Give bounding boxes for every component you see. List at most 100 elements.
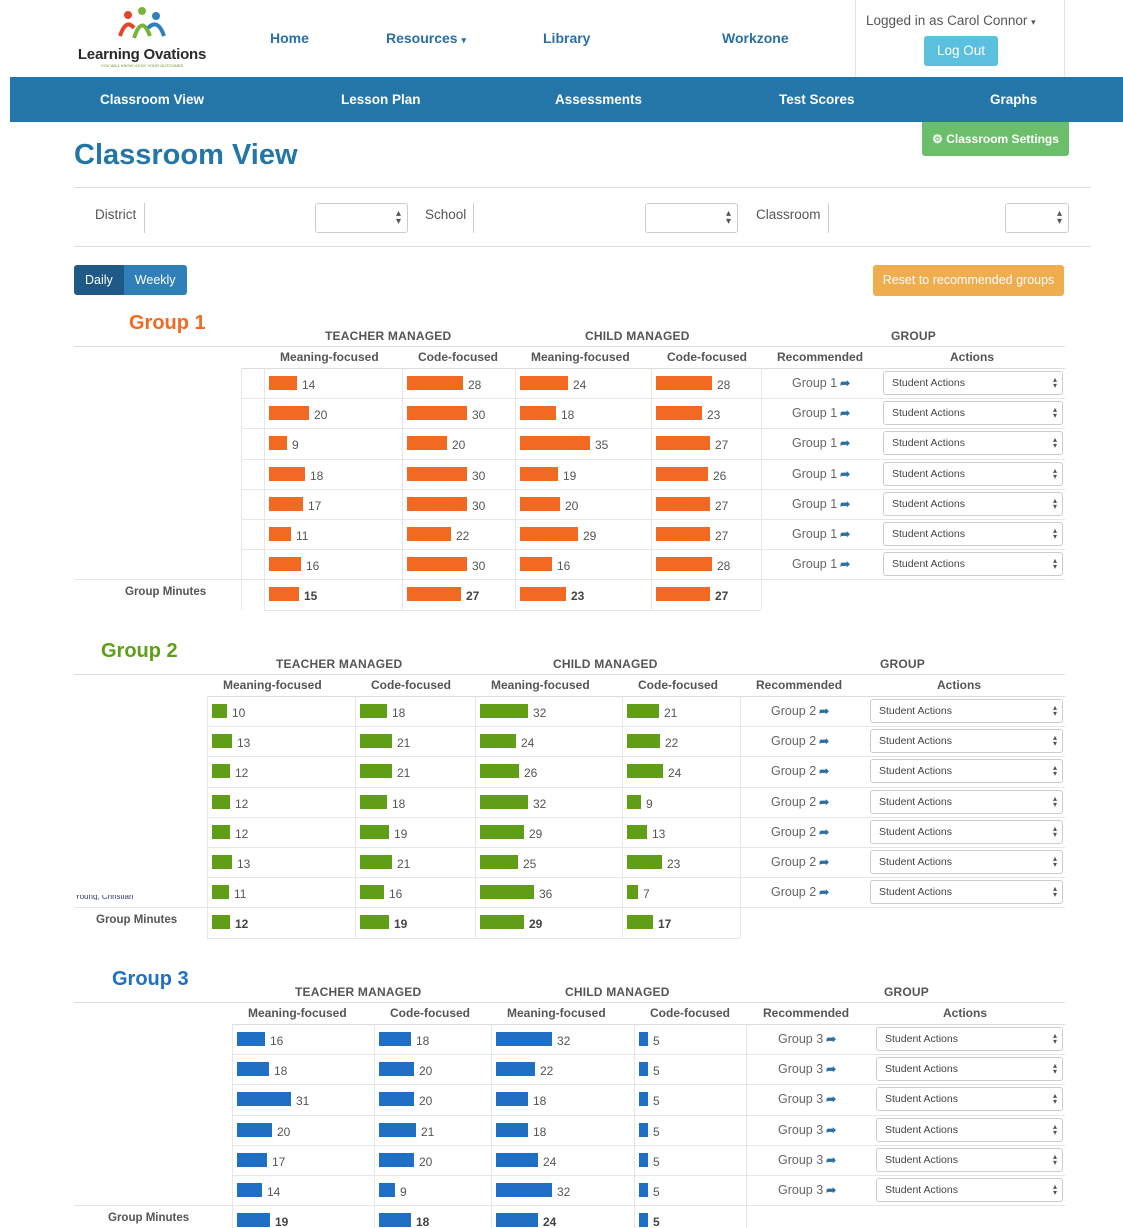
nav-home[interactable]: Home (270, 30, 309, 46)
classroom-select[interactable]: ▴ ▾ (1005, 203, 1069, 233)
recommended-group[interactable]: Group 2 ➦ (771, 734, 829, 748)
updown-arrow-icon: ▴ ▾ (1052, 793, 1057, 809)
share-arrow-icon: ➦ (840, 496, 851, 511)
share-arrow-icon: ➦ (826, 1122, 837, 1137)
child-meaning-bar (520, 406, 556, 421)
student-actions-select[interactable]: Student Actions ▴ ▾ (883, 401, 1063, 426)
brand-logo[interactable]: Learning Ovations YOU WILL KNOW US BY YO… (72, 6, 212, 70)
updown-arrow-icon: ▴ ▾ (1052, 823, 1057, 839)
recommended-group[interactable]: Group 3 ➦ (778, 1062, 836, 1076)
teacher-meaning-minutes: 11 (234, 887, 247, 902)
student-actions-select[interactable]: Student Actions ▴ ▾ (883, 431, 1063, 456)
student-actions-select[interactable]: Student Actions ▴ ▾ (876, 1178, 1063, 1202)
group-header: GROUP (891, 329, 937, 343)
nav-workzone[interactable]: Workzone (722, 30, 789, 46)
student-actions-select[interactable]: Student Actions ▴ ▾ (876, 1147, 1063, 1172)
reset-groups-button[interactable]: Reset to recommended groups (873, 265, 1064, 296)
student-actions-select[interactable]: Student Actions ▴ ▾ (883, 552, 1063, 577)
teacher-code-bar (407, 376, 463, 390)
daily-toggle[interactable]: Daily (74, 265, 124, 295)
updown-arrow-icon: ▴ ▾ (1052, 733, 1057, 749)
student-actions-select[interactable]: Student Actions ▴ ▾ (870, 880, 1063, 905)
actions-col-header: Actions (937, 678, 982, 692)
recommended-group[interactable]: Group 1 ➦ (792, 557, 850, 571)
child-meaning-bar (520, 436, 590, 451)
teacher-code-bar (360, 794, 387, 809)
student-actions-select[interactable]: Student Actions ▴ ▾ (870, 759, 1063, 784)
nav-library[interactable]: Library (543, 30, 590, 46)
teacher-code-minutes: 18 (392, 796, 406, 811)
recommended-group[interactable]: Group 1 ➦ (792, 436, 850, 450)
child-meaning-minutes: 26 (524, 766, 538, 781)
recommended-group[interactable]: Group 2 ➦ (771, 855, 829, 869)
student-actions-select[interactable]: Student Actions ▴ ▾ (883, 461, 1063, 486)
classroom-settings-button[interactable]: ⚙ Classroom Settings (922, 122, 1069, 156)
recommended-group[interactable]: Group 2 ➦ (771, 795, 829, 809)
recommended-group[interactable]: Group 2 ➦ (771, 764, 829, 778)
teacher-code-minutes: 9 (400, 1185, 407, 1199)
share-arrow-icon: ➦ (826, 1092, 837, 1107)
school-label: School (425, 207, 467, 222)
recommended-group[interactable]: Group 3 ➦ (778, 1123, 836, 1137)
school-select[interactable]: ▴ ▾ (645, 203, 738, 233)
student-actions-select[interactable]: Student Actions ▴ ▾ (870, 850, 1063, 874)
tab-assessments[interactable]: Assessments (555, 92, 642, 107)
teacher-code-bar (379, 1183, 395, 1197)
recommended-group[interactable]: Group 1 ➦ (792, 376, 850, 390)
student-actions-select[interactable]: Student Actions ▴ ▾ (870, 789, 1063, 814)
recommended-group[interactable]: Group 1 ➦ (792, 406, 850, 420)
logout-button[interactable]: Log Out (924, 36, 998, 66)
recommended-group[interactable]: Group 1 ➦ (792, 467, 850, 481)
recommended-group[interactable]: Group 2 ➦ (771, 704, 829, 718)
teacher-meaning-minutes: 10 (232, 706, 246, 720)
student-actions-select[interactable]: Student Actions ▴ ▾ (883, 522, 1063, 546)
tab-classroom-view[interactable]: Classroom View (100, 92, 204, 107)
child-code-bar (627, 734, 660, 749)
teacher-code-bar (407, 406, 467, 421)
recommended-group[interactable]: Group 1 ➦ (792, 527, 850, 541)
student-actions-select[interactable]: Student Actions ▴ ▾ (883, 371, 1063, 395)
teacher-meaning-minutes: 12 (235, 766, 249, 781)
weekly-toggle[interactable]: Weekly (123, 265, 187, 295)
district-select[interactable]: ▴ ▾ (315, 203, 408, 233)
child-meaning-bar (480, 734, 516, 749)
user-menu[interactable]: Logged in as Carol Connor ▾ (866, 13, 1036, 28)
updown-arrow-icon: ▴ ▾ (1052, 854, 1057, 869)
recommended-group[interactable]: Group 3 ➦ (778, 1153, 836, 1167)
student-actions-select[interactable]: Student Actions ▴ ▾ (876, 1057, 1063, 1082)
nav-resources[interactable]: Resources ▾ (386, 30, 466, 46)
student-actions-select[interactable]: Student Actions ▴ ▾ (876, 1027, 1063, 1051)
teacher-code-bar (360, 764, 392, 779)
divider (144, 203, 145, 233)
teacher-code-bar (360, 885, 384, 900)
student-actions-select[interactable]: Student Actions ▴ ▾ (870, 729, 1063, 754)
teacher-meaning-bar (212, 824, 230, 839)
tab-graphs[interactable]: Graphs (990, 92, 1037, 107)
teacher-meaning-bar (269, 466, 305, 481)
updown-arrow-icon: ▴ ▾ (1052, 526, 1057, 541)
recommended-group[interactable]: Group 2 ➦ (771, 885, 829, 899)
teacher-code-bar (360, 855, 392, 869)
student-actions-select[interactable]: Student Actions ▴ ▾ (876, 1087, 1063, 1112)
recommended-group[interactable]: Group 3 ➦ (778, 1092, 836, 1106)
student-actions-select[interactable]: Student Actions ▴ ▾ (870, 699, 1063, 723)
student-actions-select[interactable]: Student Actions ▴ ▾ (876, 1117, 1063, 1142)
child-meaning-minutes: 36 (539, 887, 553, 902)
recommended-label: Group 3 (778, 1122, 824, 1137)
recommended-label: Group 2 (771, 855, 817, 869)
share-arrow-icon: ➦ (819, 734, 830, 749)
recommended-group[interactable]: Group 2 ➦ (771, 825, 829, 839)
student-actions-select[interactable]: Student Actions ▴ ▾ (870, 819, 1063, 844)
logged-in-text: Logged in as Carol Connor (866, 13, 1028, 28)
teacher-managed-header: TEACHER MANAGED (325, 329, 452, 343)
table-row: 12 21 26 24 Group 2 ➦ Student Actions ▴ ▾ (0, 756, 1123, 786)
nav-resources-label: Resources (386, 30, 458, 46)
recommended-group[interactable]: Group 3 ➦ (778, 1032, 836, 1046)
child-code-bar (656, 527, 710, 541)
child-meaning-minutes: 24 (543, 1154, 557, 1169)
student-actions-select[interactable]: Student Actions ▴ ▾ (883, 491, 1063, 516)
recommended-group[interactable]: Group 3 ➦ (778, 1183, 836, 1197)
tab-test-scores[interactable]: Test Scores (779, 92, 855, 107)
recommended-group[interactable]: Group 1 ➦ (792, 497, 850, 511)
tab-lesson-plan[interactable]: Lesson Plan (341, 92, 421, 107)
